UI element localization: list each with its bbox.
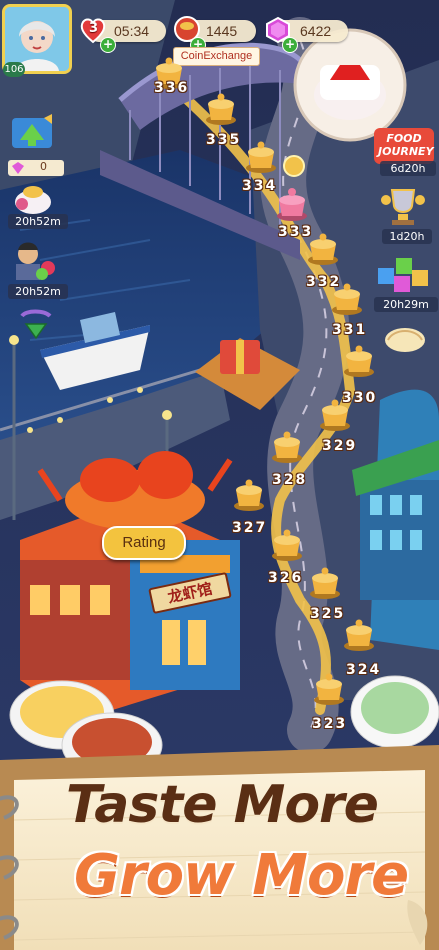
player-level-badge: 106 [3,62,25,77]
golden-pot-icon [246,141,276,173]
pink-pot-icon [277,188,307,221]
golden-pot-icon [344,619,374,651]
current-level-marker[interactable] [275,186,309,222]
level-number: 335 [206,132,242,148]
chef-event-button[interactable] [8,240,60,284]
puzzle-pieces-icon [378,258,428,292]
gift-count: 0 [40,160,47,173]
rating-button[interactable]: Rating [102,526,186,560]
upgrade-event-button[interactable] [8,112,58,152]
level-node-pot[interactable] [308,566,342,604]
level-number: 325 [310,606,346,622]
level-number: 331 [332,322,368,338]
chef-event-timer: 20h52m [8,284,68,299]
unicorn-down-arrow-icon [20,309,52,340]
game-map-screen: 106 05:34 3 + 1445 + CoinExchange 6422 +… [0,0,439,950]
piggy-bank-timer: 20h52m [8,214,68,229]
pink-gem-icon [12,162,24,174]
trophy-event-button[interactable] [378,186,428,228]
food-journey-timer: 6d20h [380,161,436,176]
tagline-line-1: Taste More [66,775,379,835]
coin-exchange-button[interactable]: CoinExchange [173,47,260,66]
golden-pot-icon [272,431,302,463]
golden-pot-icon [272,529,302,561]
coin-count: 1445 [206,23,238,39]
piggy-bank-button[interactable] [10,182,56,216]
dumpling-icon [385,328,425,352]
golden-pot-icon [320,399,350,431]
level-node-pot[interactable] [244,140,278,178]
level-node-pot[interactable] [232,478,266,516]
level-node-pot[interactable] [318,398,352,436]
add-gems-button[interactable]: + [282,37,298,53]
level-number: 336 [154,80,190,96]
trophy-icon [381,189,425,225]
trophy-event-timer: 1d20h [382,229,432,244]
level-node-pot[interactable] [270,528,304,566]
level-node-pot[interactable] [270,430,304,468]
dumpling-event-button[interactable] [380,320,430,354]
level-node-pot[interactable] [204,92,238,130]
golden-pot-icon [332,283,362,315]
tagline-line-2: Grow More [74,843,409,908]
level-node-pot[interactable] [306,232,340,270]
expand-arrow-button[interactable] [16,308,56,344]
level-number: 326 [268,570,304,586]
golden-pot-icon [310,567,340,599]
add-lives-button[interactable]: + [100,37,116,53]
level-number: 334 [242,178,278,194]
gold-coin-marker[interactable] [283,155,305,177]
puzzle-event-timer: 20h29m [374,297,438,312]
gift-counter: 0 [8,160,64,176]
level-number: 329 [322,438,358,454]
food-journey-title: FOOD JOURNEY [378,132,434,158]
upgrade-arrow-icon [12,114,52,148]
golden-pot-icon [344,345,374,377]
level-number: 327 [232,520,268,536]
level-node-pot[interactable] [342,344,376,382]
piggy-bank-icon [15,186,51,214]
golden-pot-icon [206,93,236,125]
level-number: 324 [346,662,382,678]
chef-fruits-icon [16,242,55,280]
level-node-pot[interactable] [312,672,346,710]
golden-pot-icon [234,479,264,511]
level-node-pot[interactable] [330,282,364,320]
puzzle-event-button[interactable] [372,250,434,296]
golden-pot-icon [308,233,338,265]
golden-pot-icon [314,673,344,705]
lives-count: 3 [89,21,99,36]
level-number: 323 [312,716,348,732]
lives-timer: 05:34 [114,23,150,39]
level-number: 328 [272,472,308,488]
level-node-pot[interactable] [342,618,376,656]
current-dish-bubble[interactable] [296,30,406,140]
